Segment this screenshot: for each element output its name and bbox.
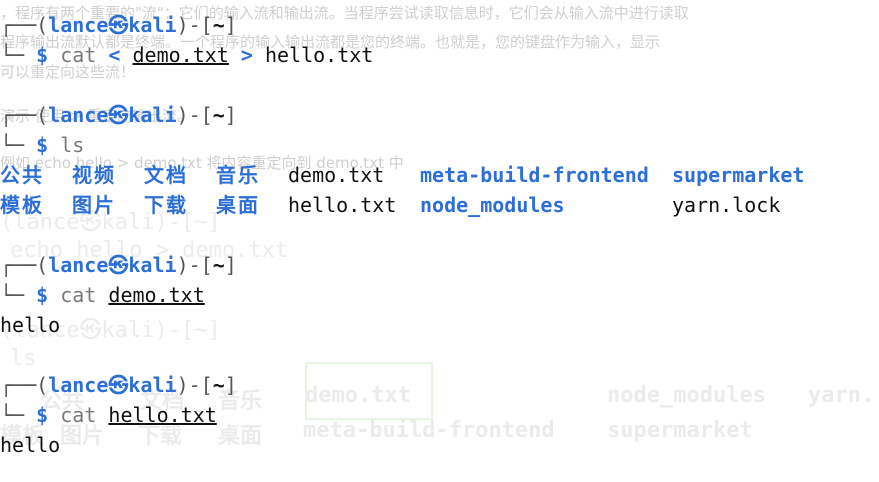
prompt-frame: )-[ [176,103,213,127]
prompt-line: ┌──(lance㉿kali)-[~] [0,100,237,130]
ls-dir-entry: meta-build-frontend [420,163,649,187]
redirect-operator: < [108,43,121,67]
prompt-host: kali [128,253,177,277]
ls-output-row: 公共 视频 文档 音乐 demo.txt meta-build-frontend… [0,160,879,190]
ls-file-entry: hello.txt [288,193,397,217]
ls-dir-entry: 公共 [0,163,44,187]
prompt-user: lance [48,103,109,127]
prompt-frame: └─ [0,403,25,427]
prompt-frame: └─ [0,283,25,307]
ls-file-entry: demo.txt [288,163,385,187]
ls-dir-entry: 下载 [144,193,188,217]
prompt-frame: ┌──( [0,253,49,277]
prompt-line: ┌──(lance㉿kali)-[~] [0,250,237,280]
prompt-frame: └─ [0,133,25,157]
prompt-frame: )-[ [176,253,213,277]
ls-dir-entry: supermarket [672,163,805,187]
command-arg: demo.txt [108,283,205,307]
prompt-dollar: $ [36,133,49,157]
prompt-frame: ] [224,373,237,397]
ls-dir-entry: 图片 [72,193,116,217]
command-line: └─ $ cat hello.txt [0,400,217,430]
command-arg: demo.txt [132,43,229,67]
ls-dir-entry: 模板 [0,193,44,217]
command-output: hello [0,313,61,337]
prompt-dollar: $ [36,283,49,307]
prompt-frame: ] [224,253,237,277]
prompt-dir: ~ [212,103,225,127]
prompt-dir: ~ [212,253,225,277]
ls-file-entry: yarn.lock [672,193,781,217]
terminal-output[interactable]: ┌──(lance㉿kali)-[~] └─ $ cat < demo.txt … [0,0,879,482]
command-output: hello [0,433,61,457]
kali-at-icon: ㉿ [108,13,129,37]
ls-dir-entry: node_modules [420,193,565,217]
ls-dir-entry: 音乐 [216,163,260,187]
prompt-frame: ] [224,13,237,37]
prompt-host: kali [128,13,177,37]
prompt-user: lance [48,253,109,277]
command-name: cat [60,403,97,427]
command-line: └─ $ cat < demo.txt > hello.txt [0,40,373,70]
prompt-host: kali [128,373,177,397]
ls-output-row: 模板 图片 下载 桌面 hello.txt node_modules yarn.… [0,190,879,220]
prompt-frame: )-[ [176,373,213,397]
prompt-frame: ┌──( [0,373,49,397]
command-name: cat [60,43,97,67]
prompt-user: lance [48,373,109,397]
ls-dir-entry: 视频 [72,163,116,187]
ls-dir-entry: 桌面 [216,193,260,217]
prompt-dollar: $ [36,403,49,427]
prompt-line: ┌──(lance㉿kali)-[~] [0,10,237,40]
prompt-frame: ┌──( [0,13,49,37]
redirect-operator: > [240,43,253,67]
prompt-frame: ┌──( [0,103,49,127]
command-name: cat [60,283,97,307]
prompt-dollar: $ [36,43,49,67]
prompt-frame: ] [224,103,237,127]
command-arg: hello.txt [264,43,374,67]
prompt-frame: )-[ [176,13,213,37]
command-line: └─ $ ls [0,130,84,160]
prompt-dir: ~ [212,373,225,397]
command-line: └─ $ cat demo.txt [0,280,205,310]
command-name: ls [60,133,85,157]
kali-at-icon: ㉿ [108,103,129,127]
prompt-user: lance [48,13,109,37]
ls-dir-entry: 文档 [144,163,188,187]
prompt-host: kali [128,103,177,127]
prompt-dir: ~ [212,13,225,37]
prompt-line: ┌──(lance㉿kali)-[~] [0,370,237,400]
command-arg: hello.txt [108,403,217,427]
kali-at-icon: ㉿ [108,373,129,397]
kali-at-icon: ㉿ [108,253,129,277]
prompt-frame: └─ [0,43,25,67]
